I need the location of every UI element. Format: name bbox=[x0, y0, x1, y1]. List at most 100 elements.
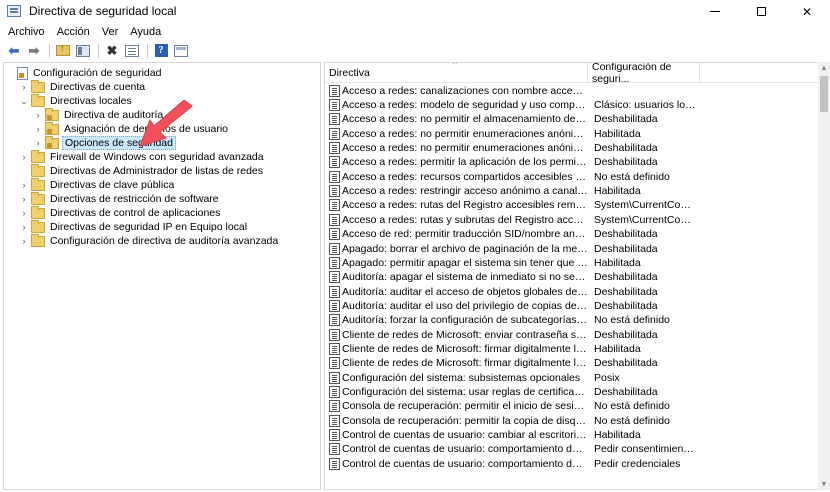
policy-name: Acceso a redes: permitir la aplicación d… bbox=[342, 156, 588, 169]
policy-row[interactable]: Cliente de redes de Microsoft: enviar co… bbox=[325, 327, 696, 341]
maximize-icon bbox=[756, 7, 766, 16]
tree-item[interactable]: › Directivas de control de aplicaciones bbox=[19, 205, 222, 220]
column-header-directiva[interactable]: ^ Directiva bbox=[325, 63, 588, 83]
policy-row[interactable]: Acceso a redes: canalizaciones con nombr… bbox=[325, 84, 696, 98]
policy-row[interactable]: Consola de recuperación: permitir la cop… bbox=[325, 414, 696, 428]
expand-chevron-icon[interactable]: › bbox=[19, 82, 29, 92]
expand-chevron-icon[interactable]: › bbox=[19, 222, 29, 232]
tree-item[interactable]: › Directivas de clave pública bbox=[19, 177, 176, 192]
forward-button[interactable]: ➡ bbox=[25, 43, 43, 59]
scroll-down-icon[interactable]: ▼ bbox=[818, 478, 830, 490]
policy-row[interactable]: Cliente de redes de Microsoft: firmar di… bbox=[325, 356, 696, 370]
expanded-chevron-icon[interactable]: ⌄ bbox=[19, 96, 29, 106]
expand-chevron-icon[interactable]: › bbox=[33, 138, 43, 148]
policy-setting: Deshabilitada bbox=[594, 271, 658, 284]
policy-setting: No está definido bbox=[594, 400, 670, 413]
menu-bar: Archivo Acción Ver Ayuda bbox=[0, 23, 830, 41]
policy-row[interactable]: Acceso a redes: permitir la aplicación d… bbox=[325, 155, 696, 169]
policy-document-icon bbox=[329, 443, 340, 456]
policy-row[interactable]: Acceso a redes: no permitir enumeracione… bbox=[325, 127, 696, 141]
policy-name: Control de cuentas de usuario: comportam… bbox=[342, 457, 588, 470]
policy-list-pane[interactable]: ^ Directiva Configuración de seguri... A… bbox=[324, 62, 830, 490]
menu-accion[interactable]: Acción bbox=[51, 26, 96, 38]
expand-chevron-icon[interactable]: › bbox=[19, 208, 29, 218]
back-button[interactable]: ⬅ bbox=[5, 43, 23, 59]
maximize-button[interactable] bbox=[738, 0, 784, 23]
policy-document-icon bbox=[329, 457, 340, 470]
policy-row[interactable]: Apagado: borrar el archivo de paginación… bbox=[325, 241, 696, 255]
policy-document-icon bbox=[329, 156, 340, 169]
policy-row[interactable]: Acceso a redes: rutas y subrutas del Reg… bbox=[325, 213, 696, 227]
delete-button[interactable]: ✖ bbox=[103, 43, 121, 59]
policy-row[interactable]: Cliente de redes de Microsoft: firmar di… bbox=[325, 342, 696, 356]
policy-row[interactable]: Acceso a redes: no permitir enumeracione… bbox=[325, 141, 696, 155]
policy-row[interactable]: Auditoría: auditar el uso del privilegio… bbox=[325, 299, 696, 313]
forward-arrow-icon: ➡ bbox=[28, 43, 40, 58]
policy-row[interactable]: Acceso a redes: no permitir el almacenam… bbox=[325, 112, 696, 126]
scroll-up-icon[interactable]: ▲ bbox=[818, 62, 830, 74]
policy-row[interactable]: Control de cuentas de usuario: comportam… bbox=[325, 442, 696, 456]
policy-row[interactable]: Acceso a redes: rutas del Registro acces… bbox=[325, 198, 696, 212]
show-tree-button[interactable] bbox=[74, 43, 92, 59]
policy-setting: Deshabilitada bbox=[594, 357, 658, 370]
help-button[interactable]: ? bbox=[152, 43, 170, 59]
menu-ver[interactable]: Ver bbox=[96, 26, 125, 38]
policy-row[interactable]: Control de cuentas de usuario: cambiar a… bbox=[325, 428, 696, 442]
folder-icon bbox=[31, 191, 45, 205]
policy-row[interactable]: Acceso a redes: recursos compartidos acc… bbox=[325, 170, 696, 184]
policy-row[interactable]: Acceso a redes: restringir acceso anónim… bbox=[325, 184, 696, 198]
column-header-label: Directiva bbox=[329, 66, 370, 79]
tree-item[interactable]: › Directivas de restricción de software bbox=[19, 191, 221, 206]
policy-document-icon bbox=[329, 342, 340, 355]
folder-icon bbox=[31, 177, 45, 191]
tree-item[interactable]: ›Asignación de derechos de usuario bbox=[33, 121, 230, 136]
policy-row[interactable]: Consola de recuperación: permitir el ini… bbox=[325, 399, 696, 413]
minimize-button[interactable] bbox=[692, 0, 738, 23]
policy-document-icon bbox=[329, 185, 340, 198]
policy-setting: Deshabilitada bbox=[594, 228, 658, 241]
policy-document-icon bbox=[329, 357, 340, 370]
tree-item[interactable]: › Configuración de directiva de auditoría… bbox=[19, 233, 280, 248]
policy-setting: Deshabilitada bbox=[594, 386, 658, 399]
expand-chevron-icon[interactable]: › bbox=[33, 124, 43, 134]
policy-row[interactable]: Acceso de red: permitir traducción SID/n… bbox=[325, 227, 696, 241]
tree-item[interactable]: › Directivas de cuenta bbox=[19, 79, 147, 94]
policy-name: Configuración del sistema: usar reglas d… bbox=[342, 386, 588, 399]
folder-icon bbox=[31, 219, 45, 233]
policy-row[interactable]: Auditoría: auditar el acceso de objetos … bbox=[325, 284, 696, 298]
tree-item[interactable]: › Directivas de seguridad IP en Equipo lo… bbox=[19, 219, 249, 234]
policy-row[interactable]: Control de cuentas de usuario: comportam… bbox=[325, 457, 696, 471]
menu-ayuda[interactable]: Ayuda bbox=[124, 26, 167, 38]
view-button[interactable] bbox=[172, 43, 190, 59]
policy-row[interactable]: Acceso a redes: modelo de seguridad y us… bbox=[325, 98, 696, 112]
tree-item[interactable]: Directivas de Administrador de listas de… bbox=[19, 163, 265, 178]
expand-chevron-icon[interactable]: › bbox=[19, 236, 29, 246]
policy-document-icon bbox=[329, 228, 340, 241]
policy-row[interactable]: Configuración del sistema: usar reglas d… bbox=[325, 385, 696, 399]
folder-icon bbox=[31, 205, 45, 219]
vertical-scrollbar[interactable]: ▲ ▼ bbox=[818, 62, 830, 490]
tree-item[interactable]: ⌄ Directivas locales bbox=[19, 93, 134, 108]
app-icon bbox=[7, 5, 21, 17]
tree-item[interactable]: Configuración de seguridad bbox=[5, 66, 163, 80]
close-button[interactable]: ✕ bbox=[784, 0, 830, 23]
expand-chevron-icon[interactable]: › bbox=[19, 152, 29, 162]
properties-button[interactable] bbox=[123, 43, 141, 59]
policy-name: Acceso a redes: no permitir enumeracione… bbox=[342, 142, 588, 155]
expand-chevron-icon[interactable]: › bbox=[19, 194, 29, 204]
expand-chevron-icon[interactable]: › bbox=[19, 180, 29, 190]
policy-row[interactable]: Auditoría: forzar la configuración de su… bbox=[325, 313, 696, 327]
menu-archivo[interactable]: Archivo bbox=[0, 26, 51, 38]
tree-item[interactable]: › Firewall de Windows con seguridad avanz… bbox=[19, 149, 266, 164]
column-header-configuracion[interactable]: Configuración de seguri... bbox=[588, 62, 700, 85]
column-header-label: Configuración de seguri... bbox=[592, 62, 672, 85]
policy-name: Control de cuentas de usuario: cambiar a… bbox=[342, 429, 588, 442]
policy-row[interactable]: Auditoría: apagar el sistema de inmediat… bbox=[325, 270, 696, 284]
policy-name: Acceso a redes: no permitir enumeracione… bbox=[342, 127, 588, 140]
policy-setting: Pedir credenciales bbox=[594, 457, 681, 470]
expand-chevron-icon[interactable]: › bbox=[33, 110, 43, 120]
scroll-thumb[interactable] bbox=[820, 76, 828, 112]
up-level-button[interactable] bbox=[54, 43, 72, 59]
policy-row[interactable]: Apagado: permitir apagar el sistema sin … bbox=[325, 256, 696, 270]
policy-row[interactable]: Configuración del sistema: subsistemas o… bbox=[325, 371, 696, 385]
